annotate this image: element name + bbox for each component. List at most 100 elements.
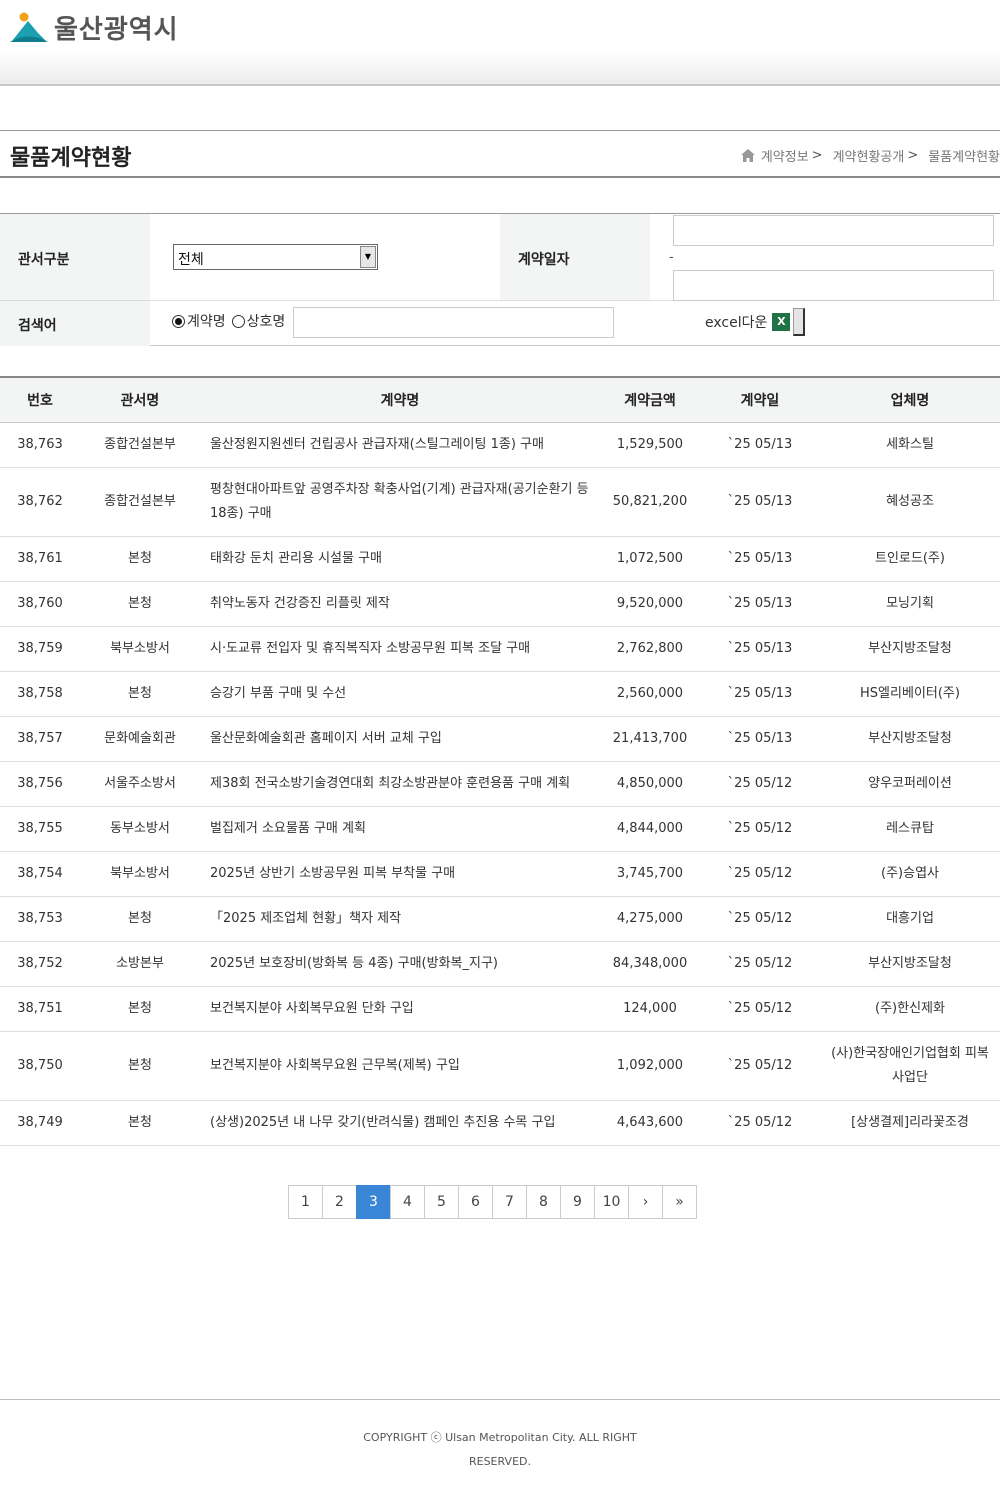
page-link[interactable]: 3: [356, 1185, 391, 1219]
excel-download[interactable]: excel다운 X: [705, 308, 806, 336]
radio-contract-name[interactable]: [172, 314, 185, 328]
page-link[interactable]: 1: [288, 1185, 323, 1219]
table-row[interactable]: 38,763 종합건설본부 울산정원지원센터 건립공사 관급자재(스틸그레이팅 1종…: [0, 423, 1000, 468]
cell-amount: 4,844,000: [616, 821, 684, 836]
cell-contract-name[interactable]: 울산문화예술회관 홈페이지 서버 교체 구입: [200, 717, 600, 761]
breadcrumb-item-contract-disclosure[interactable]: 계약현황공개: [833, 146, 905, 165]
cell-company: (사)한국장애인기업협회 피복사업단: [831, 1046, 989, 1085]
last-page-icon[interactable]: »: [662, 1185, 697, 1219]
table-row[interactable]: 38,761 본청 태화강 둔치 관리용 시설물 구매 1,072,500 `25 05…: [0, 537, 1000, 582]
cell-amount: 1,092,000: [616, 1058, 684, 1073]
dept-select-value: 전체: [178, 252, 204, 268]
cell-date: `25 05/12: [727, 776, 793, 791]
chevron-down-icon[interactable]: ▼: [360, 246, 376, 268]
cell-contract-name[interactable]: (상생)2025년 내 나무 갖기(반려식물) 캠페인 추진용 수목 구입: [200, 1101, 600, 1145]
cell-date: `25 05/12: [727, 1058, 793, 1073]
cell-contract-name[interactable]: 2025년 보호장비(방화복 등 4종) 구매(방화복_지구): [200, 942, 600, 986]
excel-download-button[interactable]: [793, 308, 806, 336]
dept-select[interactable]: 전체 ▼: [173, 244, 378, 270]
dept-label: 관서구분: [18, 252, 70, 268]
table-row[interactable]: 38,753 본청 「2025 제조업체 현황」책자 제작 4,275,000 `25 …: [0, 897, 1000, 942]
excel-icon[interactable]: X: [772, 313, 791, 331]
page-link[interactable]: 7: [492, 1185, 527, 1219]
col-header-company: 업체명: [890, 393, 930, 409]
table-row[interactable]: 38,751 본청 보건복지분야 사회복무요원 단화 구입 124,000 `25 05…: [0, 987, 1000, 1032]
radio-company-name[interactable]: [231, 314, 245, 328]
cell-contract-name[interactable]: 보건복지분야 사회복무요원 근무복(제복) 구입: [200, 1032, 600, 1100]
cell-date: `25 05/13: [727, 686, 793, 701]
table-row[interactable]: 38,750 본청 보건복지분야 사회복무요원 근무복(제복) 구입 1,092,00…: [0, 1032, 1000, 1101]
cell-amount: 4,275,000: [616, 911, 684, 926]
date-end-input[interactable]: [673, 270, 994, 301]
cell-contract-name[interactable]: 「2025 제조업체 현황」책자 제작: [200, 897, 600, 941]
radio-contract-name-label[interactable]: 계약명: [187, 311, 226, 331]
site-logo[interactable]: 울산광역시: [10, 10, 179, 45]
cell-amount: 2,560,000: [616, 686, 684, 701]
cell-number: 38,757: [17, 731, 63, 746]
page-link[interactable]: 6: [458, 1185, 493, 1219]
contract-table: 번호 관서명 계약명 계약금액 계약일 업체명 38,763 종합건설본부 울산정원…: [0, 376, 1000, 1146]
col-header-amount: 계약금액: [624, 393, 676, 409]
cell-contract-name[interactable]: 제38회 전국소방기술경연대회 최강소방관분야 훈련용품 구매 계획: [200, 762, 600, 806]
table-row[interactable]: 38,752 소방본부 2025년 보호장비(방화복 등 4종) 구매(방화복_지구…: [0, 942, 1000, 987]
date-label: 계약일자: [518, 252, 570, 268]
breadcrumb-item-contract-info[interactable]: 계약정보: [761, 146, 809, 165]
cell-date: `25 05/13: [727, 731, 793, 746]
cell-contract-name[interactable]: 울산정원지원센터 건립공사 관급자재(스틸그레이팅 1종) 구매: [200, 423, 600, 467]
table-row[interactable]: 38,759 북부소방서 시·도교류 전입자 및 휴직복직자 소방공무원 피복 조달…: [0, 627, 1000, 672]
table-row[interactable]: 38,760 본청 취약노동자 건강증진 리플릿 제작 9,520,000 `25 05…: [0, 582, 1000, 627]
table-row[interactable]: 38,757 문화예술회관 울산문화예술회관 홈페이지 서버 교체 구입 21,413…: [0, 717, 1000, 762]
cell-amount: 50,821,200: [612, 494, 688, 509]
cell-number: 38,752: [17, 956, 63, 971]
cell-number: 38,756: [17, 776, 63, 791]
cell-amount: 1,072,500: [616, 551, 684, 566]
cell-number: 38,763: [17, 437, 63, 452]
cell-number: 38,760: [17, 596, 63, 611]
table-row[interactable]: 38,754 북부소방서 2025년 상반기 소방공무원 피복 부착물 구매 3,74…: [0, 852, 1000, 897]
page-link[interactable]: 2: [322, 1185, 357, 1219]
cell-company: [상생결제]리라꽃조경: [851, 1115, 969, 1130]
cell-date: `25 05/13: [727, 437, 793, 452]
radio-company-name-label[interactable]: 상호명: [247, 311, 286, 331]
search-row-dept-date: 관서구분 전체 ▼ 계약일자 -: [0, 214, 1000, 301]
cell-contract-name[interactable]: 평창현대아파트앞 공영주차장 확충사업(기계) 관급자재(공기순환기 등 18종…: [200, 468, 600, 536]
cell-amount: 3,745,700: [616, 866, 684, 881]
cell-company: 부산지방조달청: [868, 731, 952, 746]
cell-contract-name[interactable]: 태화강 둔치 관리용 시설물 구매: [200, 537, 600, 581]
cell-company: HS엘리베이터(주): [860, 686, 960, 701]
cell-contract-name[interactable]: 취약노동자 건강증진 리플릿 제작: [200, 582, 600, 626]
page-link[interactable]: 4: [390, 1185, 425, 1219]
page-link[interactable]: 10: [594, 1185, 629, 1219]
cell-dept: 문화예술회관: [104, 731, 176, 746]
cell-contract-name[interactable]: 보건복지분야 사회복무요원 단화 구입: [200, 987, 600, 1031]
cell-contract-name[interactable]: 벌집제거 소요물품 구매 계획: [200, 807, 600, 851]
cell-contract-name[interactable]: 2025년 상반기 소방공무원 피복 부착물 구매: [200, 852, 600, 896]
cell-company: 트인로드(주): [875, 551, 945, 566]
home-icon[interactable]: [740, 149, 755, 162]
ulsan-logo-icon: [10, 12, 48, 42]
cell-date: `25 05/12: [727, 821, 793, 836]
date-separator: -: [669, 250, 674, 265]
page-link[interactable]: 9: [560, 1185, 595, 1219]
cell-date: `25 05/12: [727, 956, 793, 971]
page-link[interactable]: 5: [424, 1185, 459, 1219]
excel-download-label[interactable]: excel다운: [705, 312, 767, 332]
table-row[interactable]: 38,755 동부소방서 벌집제거 소요물품 구매 계획 4,844,000 `25 0…: [0, 807, 1000, 852]
table-row[interactable]: 38,762 종합건설본부 평창현대아파트앞 공영주차장 확충사업(기계) 관급자재…: [0, 468, 1000, 537]
cell-dept: 북부소방서: [110, 641, 170, 656]
cell-contract-name[interactable]: 승강기 부품 구매 및 수선: [200, 672, 600, 716]
page-link[interactable]: 8: [526, 1185, 561, 1219]
table-body: 38,763 종합건설본부 울산정원지원센터 건립공사 관급자재(스틸그레이팅 1종…: [0, 423, 1000, 1146]
date-start-input[interactable]: [673, 215, 994, 246]
cell-company: 양우코퍼레이션: [868, 776, 952, 791]
cell-contract-name[interactable]: 시·도교류 전입자 및 휴직복직자 소방공무원 피복 조달 구매: [200, 627, 600, 671]
dept-label-cell: 관서구분: [0, 214, 150, 300]
keyword-input[interactable]: [293, 307, 614, 338]
table-row[interactable]: 38,758 본청 승강기 부품 구매 및 수선 2,560,000 `25 05/13…: [0, 672, 1000, 717]
title-bar: 물품계약현황 계약정보 > 계약현황공개 > 물품계약현황: [0, 130, 1000, 178]
table-row[interactable]: 38,756 서울주소방서 제38회 전국소방기술경연대회 최강소방관분야 훈련용품…: [0, 762, 1000, 807]
table-row[interactable]: 38,749 본청 (상생)2025년 내 나무 갖기(반려식물) 캠페인 추진용 …: [0, 1101, 1000, 1146]
next-page-icon[interactable]: ›: [628, 1185, 663, 1219]
cell-number: 38,754: [17, 866, 63, 881]
cell-date: `25 05/12: [727, 911, 793, 926]
